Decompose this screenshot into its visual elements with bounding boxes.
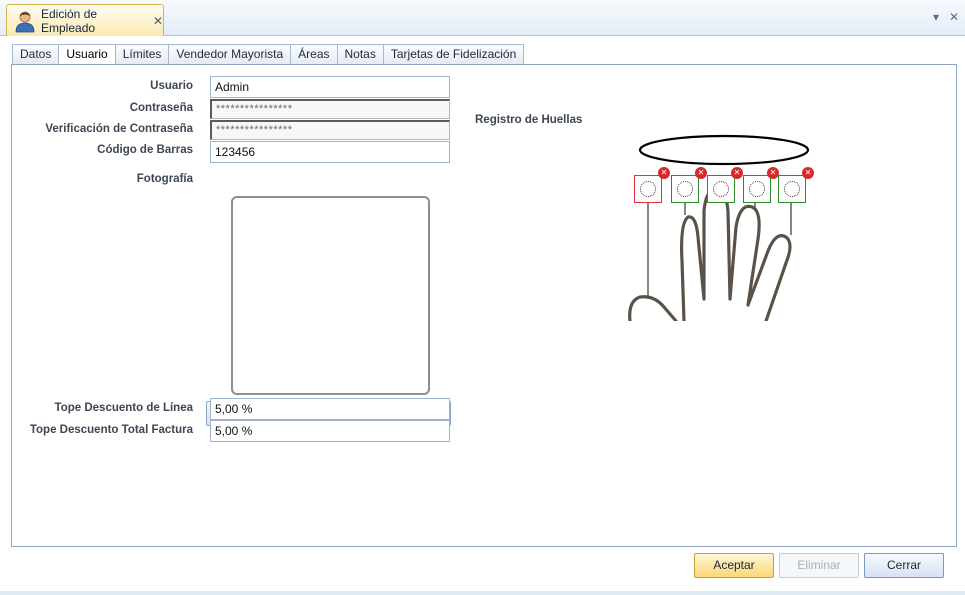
close-window-icon[interactable]: ✕ [949,10,959,24]
verificacion-label: Verificación de Contraseña [45,123,193,135]
tope-linea-label: Tope Descuento de Línea [54,402,193,414]
doc-tab-employee-edit[interactable]: Edición de Empleado ✕ [6,4,164,36]
tab-areas[interactable]: Áreas [291,44,338,65]
photo-preview[interactable] [231,196,430,395]
codigo-barras-label: Código de Barras [97,144,193,156]
tab-datos[interactable]: Datos [12,44,60,65]
codigo-barras-input[interactable]: 123456 [210,141,450,163]
fingerprint-slot-5[interactable]: ✕ [778,167,814,203]
remove-icon[interactable]: ✕ [731,167,743,179]
close-icon[interactable]: ✕ [153,14,163,28]
tope-total-label: Tope Descuento Total Factura [29,424,193,436]
huellas-title: Registro de Huellas [475,114,583,126]
usuario-input[interactable]: Admin [210,76,450,98]
usuario-label: Usuario [150,80,193,92]
password-confirm-input[interactable]: **************** [210,120,450,140]
main-panel: Datos Usuario Límites Vendedor Mayorista… [0,36,965,591]
fingerprint-slot-4[interactable]: ✕ [743,167,779,203]
doc-tab-title: Edición de Empleado [41,6,98,35]
fotografia-label: Fotografía [136,173,193,185]
fingerprint-icon [713,181,729,197]
document-tab-strip: Edición de Empleado ✕ ▾ ✕ [0,0,965,36]
contrasena-label: Contraseña [129,102,193,114]
close-button[interactable]: Cerrar [864,553,944,578]
tab-tarjetas-fidelizacion[interactable]: Tarjetas de Fidelización [383,44,525,65]
tab-vendedor-mayorista[interactable]: Vendedor Mayorista [169,44,292,65]
tab-notas[interactable]: Notas [337,44,384,65]
delete-button[interactable]: Eliminar [779,553,859,578]
accept-button[interactable]: Aceptar [694,553,774,578]
finger-selection-ellipse [638,134,810,166]
password-input[interactable]: **************** [210,99,450,119]
chevron-down-icon[interactable]: ▾ [933,10,939,24]
user-icon [13,9,37,33]
fingerprint-icon [784,181,800,197]
fingerprint-slot-2[interactable]: ✕ [671,167,707,203]
fingerprint-icon [677,181,693,197]
fingerprint-register: ✕ ✕ ✕ ✕ ✕ [618,131,818,323]
tab-limites[interactable]: Límites [115,44,170,65]
remove-icon[interactable]: ✕ [802,167,814,179]
fingerprint-icon [640,181,656,197]
remove-icon[interactable]: ✕ [658,167,670,179]
fingerprint-slot-1[interactable]: ✕ [634,167,670,203]
fingerprint-icon [749,181,765,197]
remove-icon[interactable]: ✕ [695,167,707,179]
tab-content-usuario: Usuario Admin Contraseña ***************… [11,64,957,547]
tab-strip: Datos Usuario Límites Vendedor Mayorista… [12,44,525,65]
tab-usuario[interactable]: Usuario [59,44,116,65]
fingerprint-slot-3[interactable]: ✕ [707,167,743,203]
tope-linea-input[interactable]: 5,00 % [210,398,450,420]
tope-total-input[interactable]: 5,00 % [210,420,450,442]
